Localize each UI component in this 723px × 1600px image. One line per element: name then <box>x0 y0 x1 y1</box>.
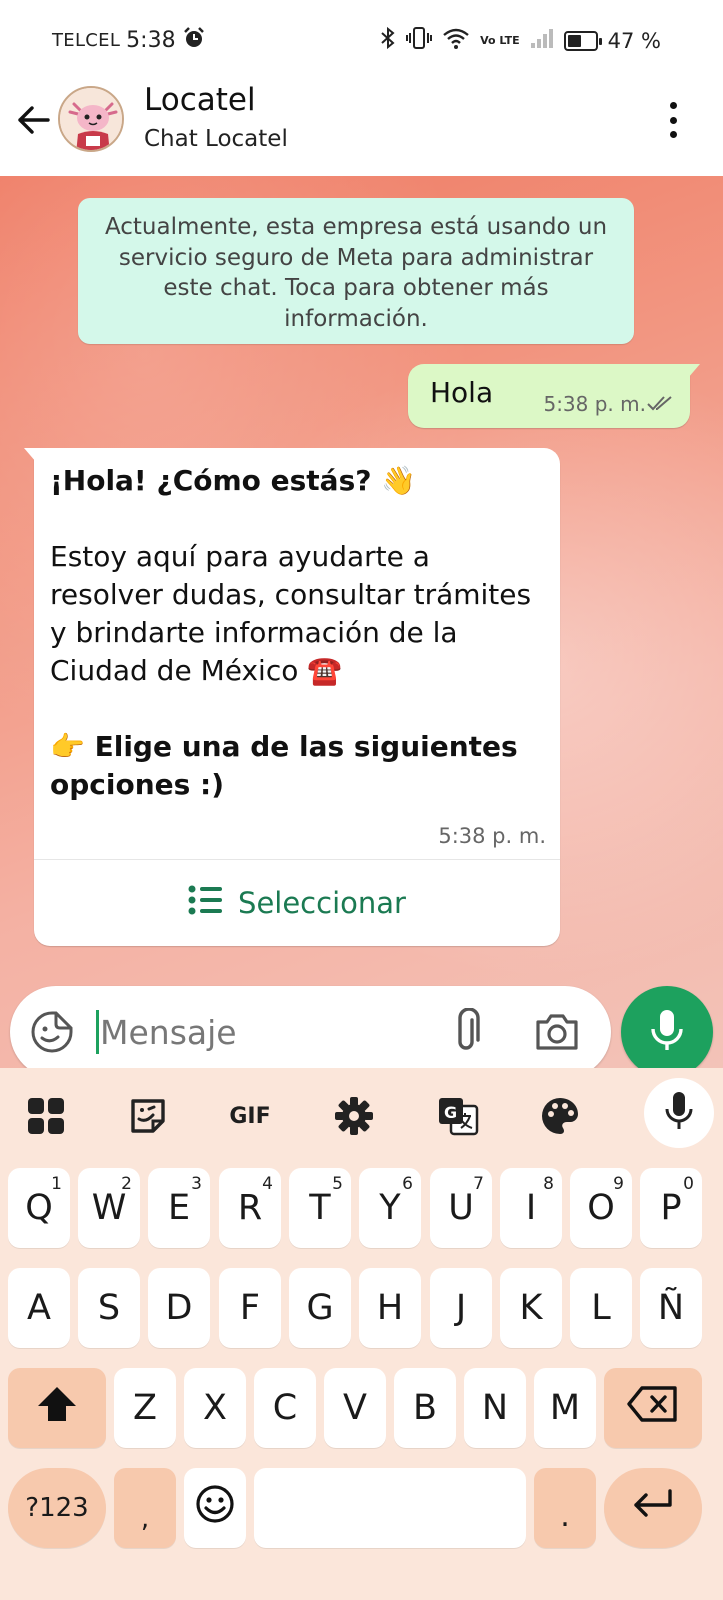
avatar[interactable] <box>58 86 124 152</box>
list-icon <box>188 884 224 923</box>
chat-header: Locatel Chat Locatel <box>0 80 723 176</box>
message-text: Hola <box>430 376 494 409</box>
mic-icon <box>649 1008 685 1056</box>
select-button-label: Seleccionar <box>238 886 406 920</box>
emoji-key[interactable] <box>184 1468 246 1548</box>
period-key[interactable]: . <box>534 1468 596 1548</box>
status-bar: TELCEL 5:38 Vo LTE 47 % <box>0 0 723 80</box>
emoji-smiley-icon <box>195 1484 235 1533</box>
theme-icon[interactable] <box>534 1090 586 1142</box>
key-g[interactable]: G <box>289 1268 351 1348</box>
key-h[interactable]: H <box>359 1268 421 1348</box>
key-n[interactable]: N <box>464 1368 526 1448</box>
key-e[interactable]: E3 <box>148 1168 210 1248</box>
enter-key[interactable] <box>604 1468 702 1548</box>
key-i[interactable]: I8 <box>500 1168 562 1248</box>
message-time: 5:38 p. m. <box>438 824 546 848</box>
backspace-icon <box>627 1385 679 1432</box>
read-ticks-icon <box>646 394 676 416</box>
attach-icon[interactable] <box>446 1007 486 1056</box>
key-r[interactable]: R4 <box>219 1168 281 1248</box>
battery-icon <box>563 30 602 51</box>
gif-icon[interactable]: GIF <box>224 1090 276 1142</box>
keyboard-mic-icon <box>664 1091 694 1135</box>
backspace-key[interactable] <box>604 1368 702 1448</box>
key-q[interactable]: Q1 <box>8 1168 70 1248</box>
contact-name[interactable]: Locatel <box>144 82 256 118</box>
key-f[interactable]: F <box>219 1268 281 1348</box>
key-v[interactable]: V <box>324 1368 386 1448</box>
vibrate-icon <box>406 26 433 55</box>
voice-typing-button[interactable] <box>644 1078 714 1148</box>
message-time: 5:38 p. m. <box>543 392 646 416</box>
camera-icon[interactable] <box>534 1010 580 1054</box>
symbols-key[interactable]: ?123 <box>8 1468 106 1548</box>
enter-icon <box>630 1487 676 1530</box>
apps-icon[interactable] <box>20 1090 72 1142</box>
key-k[interactable]: K <box>500 1268 562 1348</box>
comma-key[interactable]: , <box>114 1468 176 1548</box>
gif-label: GIF <box>229 1103 271 1129</box>
sticker-emoji-icon[interactable] <box>30 1010 74 1054</box>
svg-text:G: G <box>444 1103 457 1122</box>
bluetooth-icon <box>380 26 396 55</box>
message-input[interactable] <box>100 1004 430 1060</box>
prompt-text: 👉 Elige una de las siguientes opciones :… <box>50 730 518 801</box>
carrier-name: TELCEL <box>52 30 121 51</box>
space-key[interactable] <box>254 1468 526 1548</box>
sticker-icon[interactable] <box>122 1090 174 1142</box>
key-j[interactable]: J <box>430 1268 492 1348</box>
key-t[interactable]: T5 <box>289 1168 351 1248</box>
key-u[interactable]: U7 <box>430 1168 492 1248</box>
key-a[interactable]: A <box>8 1268 70 1348</box>
key-l[interactable]: L <box>570 1268 632 1348</box>
message-composer <box>10 986 611 1078</box>
incoming-message[interactable]: ¡Hola! ¿Cómo estás? 👋 Estoy aquí para ay… <box>24 448 560 946</box>
key-m[interactable]: M <box>534 1368 596 1448</box>
alarm-icon <box>182 26 206 55</box>
key-d[interactable]: D <box>148 1268 210 1348</box>
key-c[interactable]: C <box>254 1368 316 1448</box>
wifi-icon <box>442 26 470 55</box>
signal-icon <box>530 27 554 54</box>
select-button[interactable]: Seleccionar <box>34 860 560 946</box>
key-enye[interactable]: Ñ <box>640 1268 702 1348</box>
back-arrow-icon[interactable] <box>14 100 54 140</box>
key-p[interactable]: P0 <box>640 1168 702 1248</box>
battery-percent: 47 % <box>607 28 661 53</box>
business-notice[interactable]: Actualmente, esta empresa está usando un… <box>78 198 634 344</box>
shift-key[interactable] <box>8 1368 106 1448</box>
key-z[interactable]: Z <box>114 1368 176 1448</box>
greeting-text: ¡Hola! ¿Cómo estás? 👋 <box>50 464 417 497</box>
chat-area[interactable]: Actualmente, esta empresa está usando un… <box>0 176 723 1068</box>
keyboard-toolbar: GIF G <box>0 1068 723 1164</box>
more-options-icon[interactable] <box>667 102 679 138</box>
key-b[interactable]: B <box>394 1368 456 1448</box>
settings-icon[interactable] <box>328 1090 380 1142</box>
shift-icon <box>35 1384 79 1433</box>
translate-icon[interactable]: G <box>432 1090 484 1142</box>
text-caret <box>96 1010 99 1054</box>
key-s[interactable]: S <box>78 1268 140 1348</box>
key-w[interactable]: W2 <box>78 1168 140 1248</box>
body-text: Estoy aquí para ayudarte a resolver duda… <box>50 540 532 687</box>
key-o[interactable]: O9 <box>570 1168 632 1248</box>
contact-subtitle[interactable]: Chat Locatel <box>144 126 288 152</box>
voice-record-button[interactable] <box>621 986 713 1078</box>
key-x[interactable]: X <box>184 1368 246 1448</box>
status-time: 5:38 <box>126 28 176 53</box>
key-y[interactable]: Y6 <box>359 1168 421 1248</box>
outgoing-message[interactable]: Hola 5:38 p. m. <box>408 364 700 428</box>
volte-icon: Vo LTE <box>480 34 520 47</box>
keyboard: GIF G Q1 W2 E3 R4 T5 Y6 U7 I8 O9 P0 A S … <box>0 1068 723 1600</box>
